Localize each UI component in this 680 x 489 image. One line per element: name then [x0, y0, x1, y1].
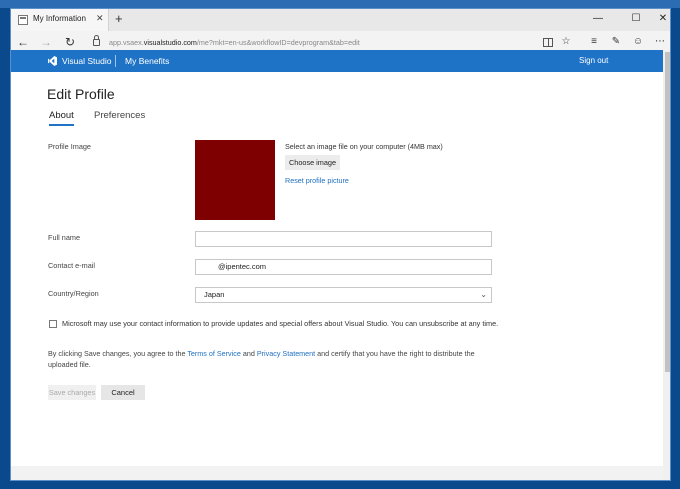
web-note-icon[interactable]: ✎	[609, 36, 623, 47]
tab-preferences[interactable]: Preferences	[94, 110, 145, 121]
save-changes-button[interactable]: Save changes	[48, 385, 96, 400]
share-icon[interactable]: ☺	[631, 36, 645, 47]
email-input[interactable]: @ipentec.com	[195, 259, 492, 275]
new-tab-button[interactable]: +	[115, 11, 123, 26]
more-icon[interactable]: ⋯	[653, 36, 667, 47]
close-window-button[interactable]: ✕	[656, 13, 670, 24]
consent-text: Microsoft may use your contact informati…	[62, 319, 499, 328]
desktop-background	[0, 0, 680, 8]
maximize-button[interactable]: ☐	[629, 13, 643, 24]
terms-text: By clicking Save changes, you agree to t…	[48, 348, 478, 370]
profile-image-label: Profile Image	[48, 142, 91, 151]
address-bar[interactable]: app.vsaex.visualstudio.com/me?mkt=en-us&…	[109, 38, 360, 47]
browser-window: My Information ✕ + — ☐ ✕ ← → ↻ app.vsaex…	[10, 8, 671, 481]
terms-pre: By clicking Save changes, you agree to t…	[48, 349, 188, 358]
browser-tab[interactable]: My Information ✕	[11, 9, 109, 31]
tab-close-icon[interactable]: ✕	[96, 13, 104, 24]
reading-view-icon[interactable]	[543, 38, 553, 47]
email-label: Contact e-mail	[48, 261, 96, 270]
site-header: Visual Studio My Benefits Sign out	[11, 50, 663, 72]
my-benefits-link[interactable]: My Benefits	[125, 56, 169, 66]
page-title: Edit Profile	[47, 86, 115, 102]
email-value: @ipentec.com	[218, 262, 267, 271]
url-path: /me?mkt=en-us&workflowID=devprogram&tab=…	[196, 38, 360, 47]
footer-strip	[11, 466, 663, 480]
full-name-label: Full name	[48, 233, 81, 242]
forward-arrow-icon[interactable]: →	[39, 35, 53, 49]
tab-title: My Information	[33, 14, 86, 23]
full-name-input[interactable]	[195, 231, 492, 247]
country-value: Japan	[204, 290, 225, 299]
consent-checkbox[interactable]	[49, 320, 57, 328]
header-divider	[115, 55, 116, 67]
terms-of-service-link[interactable]: Terms of Service	[187, 349, 241, 358]
back-arrow-icon[interactable]: ←	[16, 35, 30, 49]
image-instruction: Select an image file on your computer (4…	[285, 142, 443, 151]
hub-icon[interactable]: ≡	[587, 36, 601, 47]
terms-and: and	[240, 349, 257, 358]
tab-about[interactable]: About	[49, 110, 74, 126]
cancel-button[interactable]: Cancel	[101, 385, 145, 400]
choose-image-button[interactable]: Choose image	[285, 155, 341, 170]
sign-out-link[interactable]: Sign out	[579, 56, 608, 65]
url-domain: visualstudio.com	[143, 38, 197, 47]
chevron-down-icon: ⌄	[480, 290, 487, 299]
country-label: Country/Region	[48, 289, 99, 298]
brand-name[interactable]: Visual Studio	[62, 56, 111, 66]
lock-icon	[93, 35, 100, 46]
url-prefix: app.vsaex.	[109, 38, 144, 47]
scrollbar-thumb[interactable]	[665, 52, 670, 372]
visual-studio-logo-icon	[48, 56, 57, 66]
page-icon	[18, 15, 28, 25]
profile-image	[195, 140, 275, 220]
privacy-statement-link[interactable]: Privacy Statement	[257, 349, 315, 358]
refresh-icon[interactable]: ↻	[63, 35, 77, 49]
country-select[interactable]: Japan ⌄	[195, 287, 492, 303]
title-bar: My Information ✕ + — ☐ ✕	[11, 9, 670, 31]
reset-profile-picture-link[interactable]: Reset profile picture	[285, 176, 349, 185]
favorite-star-icon[interactable]: ☆	[559, 36, 573, 47]
minimize-button[interactable]: —	[591, 13, 605, 24]
